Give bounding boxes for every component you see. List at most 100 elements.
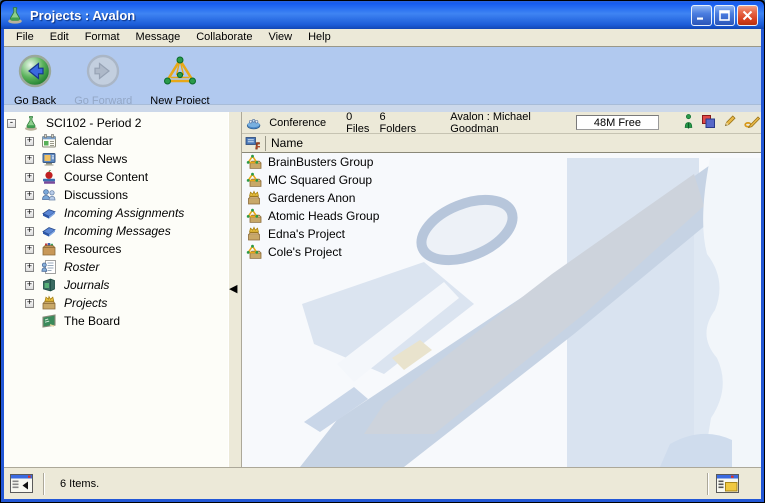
tree-item-calendar[interactable]: + Calendar: [4, 132, 228, 150]
person-icon[interactable]: [683, 114, 694, 132]
go-forward-button[interactable]: Go Forward: [74, 54, 132, 107]
incoming-assignments-icon: [41, 205, 57, 221]
expand-plus-icon[interactable]: +: [25, 245, 34, 254]
panel-splitter[interactable]: ◀: [228, 112, 242, 467]
files-count: 0 Files: [346, 112, 373, 135]
window-title: Projects : Avalon: [30, 8, 135, 23]
list-item-mc-squared[interactable]: MC Squared Group: [242, 171, 761, 189]
list-item-label[interactable]: Gardeners Anon: [268, 191, 355, 205]
menu-view[interactable]: View: [260, 29, 300, 46]
column-desk-icon: [245, 136, 261, 151]
close-button[interactable]: [737, 5, 758, 26]
expand-plus-icon[interactable]: +: [25, 263, 34, 272]
tree-item-journals[interactable]: + Journals: [4, 276, 228, 294]
name-column-label[interactable]: Name: [271, 136, 303, 150]
menu-edit[interactable]: Edit: [42, 29, 77, 46]
tree-label[interactable]: Incoming Assignments: [62, 206, 186, 220]
tree-label[interactable]: Incoming Messages: [62, 224, 173, 238]
tree-item-roster[interactable]: + Roster: [4, 258, 228, 276]
discussions-icon: [41, 187, 57, 203]
items-count-text: 6 Items.: [60, 478, 99, 490]
conference-icon: [246, 115, 261, 131]
list-item-ednas-project[interactable]: Edna's Project: [242, 225, 761, 243]
menu-collaborate[interactable]: Collaborate: [188, 29, 260, 46]
name-column-header[interactable]: Name: [242, 134, 761, 153]
project-list: BrainBusters Group MC Squared Group Gard…: [242, 153, 761, 261]
tree-item-resources[interactable]: + Resources: [4, 240, 228, 258]
menu-message[interactable]: Message: [128, 29, 189, 46]
expand-plus-icon[interactable]: +: [25, 191, 34, 200]
tree-label[interactable]: Class News: [62, 152, 129, 166]
expand-plus-icon[interactable]: +: [25, 299, 34, 308]
go-back-button[interactable]: Go Back: [14, 54, 56, 107]
project-triangle-icon: [246, 208, 262, 224]
folders-count: 6 Folders: [380, 112, 419, 135]
window-border-right: [761, 29, 764, 502]
tree-item-incoming-assignments[interactable]: + Incoming Assignments: [4, 204, 228, 222]
panel-toggle-icon[interactable]: [10, 474, 33, 493]
expand-plus-icon[interactable]: +: [25, 209, 34, 218]
tree-item-discussions[interactable]: + Discussions: [4, 186, 228, 204]
free-space-meter: 48M Free: [576, 115, 659, 130]
tree-label[interactable]: Roster: [62, 260, 101, 274]
menu-format[interactable]: Format: [77, 29, 128, 46]
window-border-bottom: [1, 499, 764, 502]
list-item-label[interactable]: Edna's Project: [268, 227, 345, 241]
project-triangle-icon: [246, 172, 262, 188]
tree-label[interactable]: The Board: [62, 314, 122, 328]
layout-view-icon[interactable]: [716, 474, 739, 493]
signature-icon[interactable]: [744, 114, 761, 131]
project-triangle-icon: [246, 244, 262, 260]
tree-item-course-root[interactable]: - SCI102 - Period 2: [4, 114, 228, 132]
list-item-label[interactable]: Atomic Heads Group: [268, 209, 379, 223]
column-separator: [265, 136, 266, 151]
pencil-icon[interactable]: [723, 114, 737, 131]
conference-panel: Conference 0 Files 6 Folders Avalon : Mi…: [242, 112, 761, 467]
status-separator: [43, 473, 44, 495]
splitter-collapse-arrow[interactable]: ◀: [229, 284, 237, 295]
new-project-button[interactable]: New Project: [150, 54, 209, 107]
list-item-coles-project[interactable]: Cole's Project: [242, 243, 761, 261]
maximize-button[interactable]: [714, 5, 735, 26]
list-item-brainbusters[interactable]: BrainBusters Group: [242, 153, 761, 171]
calendar-icon: [41, 133, 57, 149]
course-content-icon: [41, 169, 57, 185]
layers-icon[interactable]: [701, 114, 716, 132]
course-tree-panel: - SCI102 - Period 2 + Calendar + Class N…: [4, 112, 228, 467]
expand-plus-icon[interactable]: +: [25, 227, 34, 236]
menu-file[interactable]: File: [8, 29, 42, 46]
tree-label[interactable]: Calendar: [62, 134, 115, 148]
tree-item-the-board[interactable]: The Board: [4, 312, 228, 330]
class-news-icon: [41, 151, 57, 167]
title-bar[interactable]: Projects : Avalon: [1, 1, 764, 29]
tree-label[interactable]: Journals: [62, 278, 111, 292]
list-item-gardeners-anon[interactable]: Gardeners Anon: [242, 189, 761, 207]
tree-label[interactable]: Projects: [62, 296, 109, 310]
back-icon: [18, 54, 52, 93]
expand-plus-icon[interactable]: +: [25, 155, 34, 164]
tree-label[interactable]: Resources: [62, 242, 123, 256]
tree-item-incoming-messages[interactable]: + Incoming Messages: [4, 222, 228, 240]
expand-plus-icon[interactable]: +: [25, 173, 34, 182]
list-item-atomic-heads[interactable]: Atomic Heads Group: [242, 207, 761, 225]
status-separator: [707, 473, 708, 495]
tree-item-projects[interactable]: + Projects: [4, 294, 228, 312]
tree-item-course-content[interactable]: + Course Content: [4, 168, 228, 186]
list-item-label[interactable]: MC Squared Group: [268, 173, 372, 187]
list-item-label[interactable]: Cole's Project: [268, 245, 342, 259]
tree-label[interactable]: SCI102 - Period 2: [44, 116, 143, 130]
app-flask-icon: [6, 6, 24, 24]
forward-icon: [86, 54, 120, 93]
main-content: - SCI102 - Period 2 + Calendar + Class N…: [4, 112, 761, 467]
tree-label[interactable]: Course Content: [62, 170, 150, 184]
expand-plus-icon[interactable]: +: [25, 281, 34, 290]
menu-help[interactable]: Help: [300, 29, 339, 46]
toolbar-bottom-strip: [4, 104, 761, 112]
project-triangle-icon: [246, 154, 262, 170]
expand-plus-icon[interactable]: +: [25, 137, 34, 146]
collapse-minus-icon[interactable]: -: [7, 119, 16, 128]
tree-label[interactable]: Discussions: [62, 188, 130, 202]
list-item-label[interactable]: BrainBusters Group: [268, 155, 373, 169]
minimize-button[interactable]: [691, 5, 712, 26]
tree-item-class-news[interactable]: + Class News: [4, 150, 228, 168]
